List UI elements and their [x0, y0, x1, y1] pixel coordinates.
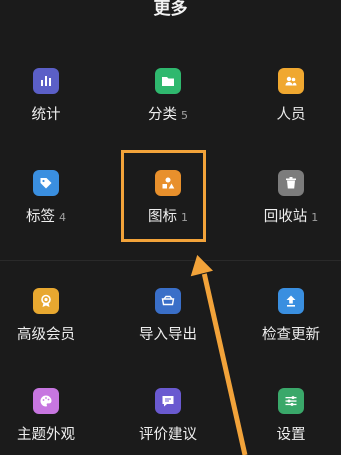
pointer-arrow: [189, 253, 249, 455]
